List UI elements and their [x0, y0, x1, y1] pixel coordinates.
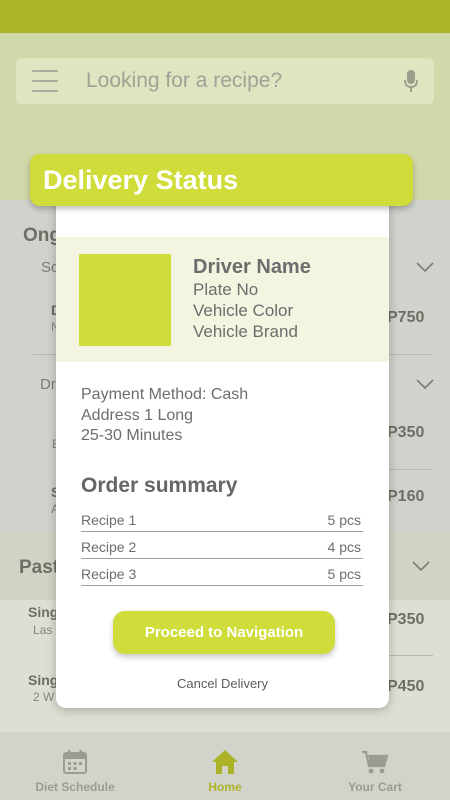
recipe-quantity: 5 pcs: [327, 566, 361, 582]
order-group-label: Dr: [40, 376, 56, 393]
order-detail: Las: [33, 623, 53, 637]
bottom-navigation: Diet Schedule Home Your Cart: [0, 732, 450, 800]
chevron-down-icon[interactable]: [416, 262, 434, 272]
search-bar[interactable]: Looking for a recipe?: [16, 58, 434, 104]
modal-header: Delivery Status: [30, 154, 413, 206]
cart-icon: [362, 750, 389, 774]
order-title: Sing: [28, 672, 59, 688]
modal-title: Delivery Status: [43, 164, 239, 195]
menu-icon[interactable]: [32, 70, 58, 92]
nav-label: Your Cart: [348, 780, 402, 794]
vehicle-color: Vehicle Color: [193, 301, 294, 320]
plate-number: Plate No: [193, 280, 259, 299]
chevron-down-icon[interactable]: [412, 561, 430, 571]
divider: [389, 655, 433, 656]
nav-home[interactable]: Home: [160, 749, 290, 800]
summary-row: Recipe 1 5 pcs: [81, 505, 363, 532]
order-summary-list: Recipe 1 5 pcs Recipe 2 4 pcs Recipe 3 5…: [81, 505, 363, 586]
divider: [389, 469, 433, 470]
nav-diet-schedule[interactable]: Diet Schedule: [10, 749, 140, 800]
recipe-quantity: 5 pcs: [327, 512, 361, 528]
proceed-to-navigation-button[interactable]: Proceed to Navigation: [113, 611, 335, 654]
nav-label: Diet Schedule: [35, 780, 115, 794]
mic-icon[interactable]: [404, 70, 418, 92]
past-heading: Past: [19, 557, 60, 578]
summary-row: Recipe 2 4 pcs: [81, 532, 363, 559]
nav-label: Home: [208, 780, 242, 794]
order-price: P160: [387, 488, 425, 505]
order-price: P450: [387, 678, 425, 695]
driver-info: Driver Name Plate No Vehicle Color Vehic…: [193, 255, 311, 342]
search-input[interactable]: Looking for a recipe?: [86, 69, 404, 93]
recipe-name: Recipe 1: [81, 512, 137, 528]
order-detail: 2 W: [33, 690, 55, 704]
driver-name: Driver Name: [193, 256, 311, 278]
order-price: P350: [387, 611, 425, 628]
order-price: P350: [387, 424, 425, 441]
order-summary-title: Order summary: [81, 474, 238, 497]
payment-method: Payment Method: Cash: [81, 386, 249, 403]
driver-card: Driver Name Plate No Vehicle Color Vehic…: [56, 237, 389, 362]
delivery-eta: 25-30 Minutes: [81, 427, 183, 444]
driver-photo: [79, 254, 171, 346]
recipe-name: Recipe 3: [81, 566, 137, 582]
order-title: Sing: [28, 604, 59, 620]
delivery-details: Payment Method: Cash Address 1 Long 25-3…: [81, 385, 248, 447]
recipe-quantity: 4 pcs: [327, 539, 361, 555]
cancel-delivery-link[interactable]: Cancel Delivery: [56, 676, 389, 691]
calendar-icon: [63, 750, 87, 774]
order-price: P750: [387, 309, 425, 326]
vehicle-brand: Vehicle Brand: [193, 322, 298, 341]
summary-row: Recipe 3 5 pcs: [81, 559, 363, 586]
home-icon: [212, 750, 238, 774]
chevron-down-icon[interactable]: [416, 379, 434, 389]
status-bar: [0, 0, 450, 33]
nav-your-cart[interactable]: Your Cart: [310, 749, 440, 800]
recipe-name: Recipe 2: [81, 539, 137, 555]
delivery-address: Address 1 Long: [81, 406, 194, 424]
